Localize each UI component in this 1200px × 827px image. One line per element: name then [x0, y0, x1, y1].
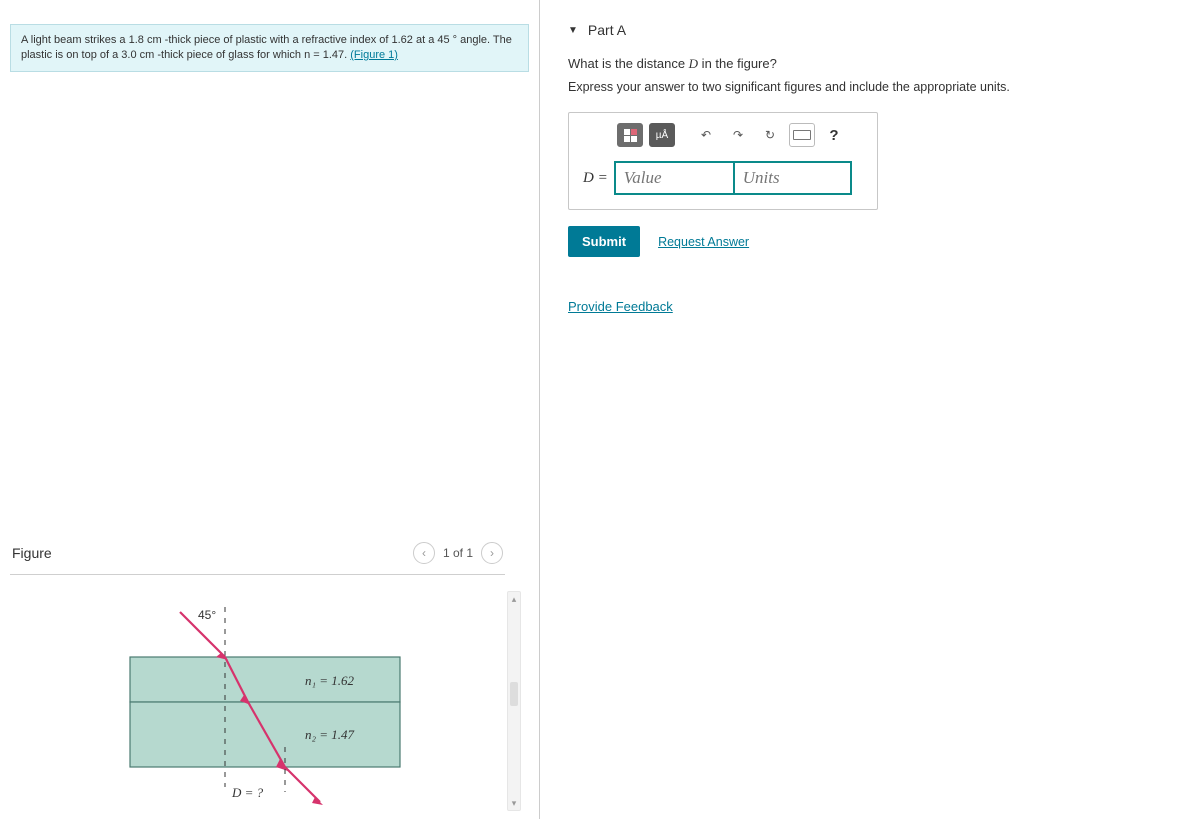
angle-label: 45° — [198, 608, 216, 622]
answer-input-row: D = — [579, 161, 867, 195]
left-panel: A light beam strikes a 1.8 cm -thick pie… — [0, 0, 540, 819]
figure-prev-button[interactable]: ‹ — [413, 542, 435, 564]
keyboard-icon — [793, 130, 811, 140]
question-suffix: in the figure? — [698, 56, 777, 71]
figure-nav: ‹ 1 of 1 › — [413, 542, 503, 564]
submit-row: Submit Request Answer — [568, 226, 1172, 257]
figure-title: Figure — [12, 545, 52, 561]
figure-next-button[interactable]: › — [481, 542, 503, 564]
scroll-down-icon[interactable]: ▾ — [508, 796, 520, 810]
figure-header: Figure ‹ 1 of 1 › — [10, 536, 505, 575]
value-input[interactable] — [614, 161, 734, 195]
provide-feedback-link[interactable]: Provide Feedback — [568, 299, 673, 314]
problem-statement: A light beam strikes a 1.8 cm -thick pie… — [10, 24, 529, 72]
d-label: D = ? — [231, 785, 264, 800]
n1-label: n₁ = 1.62 — [305, 673, 355, 688]
collapse-icon: ▼ — [568, 25, 578, 36]
answer-toolbar: µÅ ↶ ↷ ↻ ? — [579, 123, 867, 147]
answer-box: µÅ ↶ ↷ ↻ ? D = — [568, 112, 878, 210]
request-answer-link[interactable]: Request Answer — [658, 235, 749, 249]
scroll-thumb[interactable] — [510, 682, 518, 706]
part-header[interactable]: ▼ Part A — [568, 22, 1172, 38]
part-title: Part A — [588, 22, 626, 38]
question-prefix: What is the distance — [568, 56, 689, 71]
symbols-button[interactable]: µÅ — [649, 123, 675, 147]
figure-svg: 45° n₁ = 1.62 n₂ = 1.47 D = ? — [120, 587, 420, 817]
n2-label: n₂ = 1.47 — [305, 727, 355, 742]
undo-button[interactable]: ↶ — [693, 123, 719, 147]
right-panel: ▼ Part A What is the distance D in the f… — [540, 0, 1200, 819]
templates-button[interactable] — [617, 123, 643, 147]
reset-button[interactable]: ↻ — [757, 123, 783, 147]
figure-link[interactable]: (Figure 1) — [350, 49, 398, 61]
figure-counter: 1 of 1 — [443, 546, 473, 560]
question-variable: D — [689, 56, 698, 71]
templates-icon — [624, 129, 637, 142]
answer-instructions: Express your answer to two significant f… — [568, 80, 1172, 94]
keyboard-button[interactable] — [789, 123, 815, 147]
help-button[interactable]: ? — [821, 123, 847, 147]
figure-section: Figure ‹ 1 of 1 › — [0, 536, 539, 827]
question-text: What is the distance D in the figure? — [568, 56, 1172, 72]
submit-button[interactable]: Submit — [568, 226, 640, 257]
units-input[interactable] — [734, 161, 852, 195]
redo-button[interactable]: ↷ — [725, 123, 751, 147]
figure-scrollbar[interactable]: ▴ ▾ — [507, 591, 521, 811]
answer-variable-label: D = — [579, 161, 614, 195]
problem-text: A light beam strikes a 1.8 cm -thick pie… — [21, 34, 512, 61]
figure-canvas: 45° n₁ = 1.62 n₂ = 1.47 D = ? ▴ ▾ — [120, 587, 529, 827]
scroll-up-icon[interactable]: ▴ — [508, 592, 520, 606]
